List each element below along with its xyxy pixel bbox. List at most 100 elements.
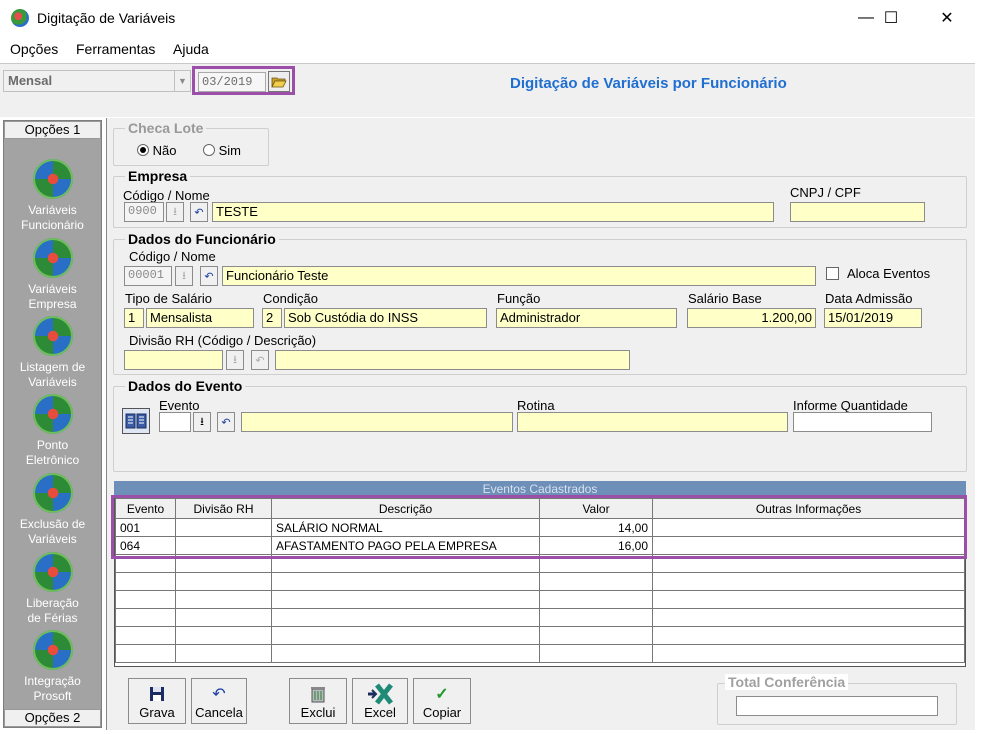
funcao-input[interactable]: Administrador: [496, 308, 677, 328]
trash-icon: [290, 683, 346, 705]
excel-label: Excel: [364, 705, 396, 720]
data-admissao-label: Data Admissão: [825, 291, 913, 306]
sidebar-item-variaveis-funcionario[interactable]: Variáveis Funcionário: [4, 159, 101, 233]
table-row-empty[interactable]: [115, 608, 965, 627]
divisao-code-input[interactable]: [124, 350, 223, 370]
checkmark-icon: ✓: [435, 686, 449, 703]
radio-nao[interactable]: Não: [137, 143, 176, 158]
menu-ajuda[interactable]: Ajuda: [173, 41, 209, 57]
sidebar-tab-opcoes-1[interactable]: Opções 1: [4, 121, 101, 139]
sidebar-item-listagem-variaveis[interactable]: Listagem de Variáveis: [4, 316, 101, 390]
sidebar-tab-opcoes-2[interactable]: Opções 2: [4, 709, 101, 727]
download-icon[interactable]: ⭳: [175, 266, 193, 286]
grava-label: Grava: [139, 705, 175, 720]
undo-icon[interactable]: ↶: [251, 350, 269, 370]
table-row-empty[interactable]: [115, 644, 965, 663]
quantidade-input[interactable]: [793, 412, 932, 432]
globe-icon: [32, 394, 73, 434]
funcionario-code-input[interactable]: 00001: [124, 266, 172, 286]
radio-sim-indicator[interactable]: [203, 144, 215, 156]
title-bar: Digitação de Variáveis — ☐ ✕: [0, 0, 981, 36]
checa-lote-title: Checa Lote: [125, 120, 207, 136]
total-input: [736, 696, 938, 716]
divisao-desc-input[interactable]: [275, 350, 630, 370]
menu-ferramentas[interactable]: Ferramentas: [76, 41, 155, 57]
undo-icon[interactable]: ↶: [190, 202, 208, 222]
folder-open-icon: [271, 77, 287, 87]
maximize-button[interactable]: ☐: [868, 0, 914, 36]
sidebar-item-label: Variáveis: [28, 375, 77, 389]
app-icon: [11, 9, 29, 27]
quantidade-label: Informe Quantidade: [793, 398, 908, 413]
sidebar-item-label: Variáveis: [28, 532, 77, 546]
book-button[interactable]: [122, 408, 150, 434]
chevron-down-icon[interactable]: ▼: [174, 71, 190, 91]
salario-base-label: Salário Base: [688, 291, 762, 306]
sidebar-item-exclusao-variaveis[interactable]: Exclusão de Variáveis: [4, 473, 101, 547]
download-icon[interactable]: ⭳: [226, 350, 244, 370]
sidebar-item-label: Ponto: [36, 438, 69, 452]
cnpj-input[interactable]: [790, 202, 925, 222]
tipo-salario-code[interactable]: 1: [124, 308, 144, 328]
sidebar-item-liberacao-ferias[interactable]: Liberação de Férias: [4, 552, 101, 626]
funcionario-title: Dados do Funcionário: [125, 231, 279, 247]
salario-base-input[interactable]: 1.200,00: [687, 308, 816, 328]
evento-label: Evento: [159, 398, 200, 413]
close-button[interactable]: ✕: [924, 0, 970, 36]
grava-button[interactable]: Grava: [128, 678, 186, 724]
globe-icon: [32, 552, 73, 592]
cancela-label: Cancela: [195, 705, 243, 720]
sidebar-item-label: Liberação: [26, 596, 79, 610]
data-admissao-input[interactable]: 15/01/2019: [824, 308, 922, 328]
table-row-empty[interactable]: [115, 572, 965, 591]
book-icon: [125, 413, 147, 429]
exclui-button[interactable]: Exclui: [289, 678, 347, 724]
cancela-button[interactable]: ↶ Cancela: [191, 678, 247, 724]
table-row-empty[interactable]: [115, 590, 965, 609]
globe-icon: [32, 316, 73, 356]
globe-icon: [32, 159, 73, 199]
copiar-label: Copiar: [422, 705, 462, 720]
excel-button[interactable]: Excel: [352, 678, 408, 724]
page-heading: Digitação de Variáveis por Funcionário: [510, 75, 787, 92]
grid-rows-highlight: [111, 495, 967, 559]
evento-code-input[interactable]: [159, 412, 191, 432]
sidebar-item-integracao-prosoft[interactable]: Integração Prosoft: [4, 630, 101, 704]
empresa-name-input[interactable]: TESTE: [212, 202, 774, 222]
sidebar-item-label: Eletrônico: [25, 453, 80, 467]
funcionario-code-name-label: Código / Nome: [129, 249, 216, 264]
download-icon[interactable]: ⭳: [166, 202, 184, 222]
sidebar-item-label: de Férias: [27, 611, 78, 625]
menu-opcoes[interactable]: Opções: [10, 41, 58, 57]
sidebar-item-variaveis-empresa[interactable]: Variáveis Empresa: [4, 238, 101, 312]
evento-desc-input[interactable]: [241, 412, 513, 432]
empresa-code-input[interactable]: 0900: [124, 202, 164, 222]
sidebar-item-label: Listagem de: [19, 360, 86, 374]
radio-sim[interactable]: Sim: [203, 143, 241, 158]
evento-title: Dados do Evento: [125, 378, 246, 394]
undo-icon: ↶: [212, 686, 226, 703]
periodicity-select[interactable]: Mensal ▼: [3, 70, 191, 92]
copiar-button[interactable]: ✓ Copiar: [413, 678, 471, 724]
table-row-empty[interactable]: [115, 626, 965, 645]
radio-nao-label: Não: [152, 143, 177, 158]
aloca-eventos-label: Aloca Eventos: [847, 266, 931, 281]
aloca-eventos-checkbox[interactable]: [826, 267, 839, 280]
open-folder-button[interactable]: [268, 71, 290, 92]
empresa-code-name-label: Código / Nome: [123, 188, 210, 203]
rotina-input[interactable]: [517, 412, 788, 432]
condicao-code[interactable]: 2: [262, 308, 282, 328]
condicao-desc[interactable]: Sob Custódia do INSS: [284, 308, 487, 328]
funcionario-name-input[interactable]: Funcionário Teste: [222, 266, 816, 286]
undo-icon[interactable]: ↶: [200, 266, 218, 286]
excel-icon: [353, 683, 407, 705]
period-input[interactable]: 03/2019: [198, 72, 266, 92]
funcao-label: Função: [497, 291, 541, 306]
tipo-salario-desc[interactable]: Mensalista: [146, 308, 254, 328]
cnpj-label: CNPJ / CPF: [790, 185, 861, 200]
undo-icon[interactable]: ↶: [217, 412, 235, 432]
radio-nao-indicator[interactable]: [137, 144, 149, 156]
toolbar: Mensal ▼ 03/2019 Digitação de Variáveis …: [0, 63, 975, 117]
download-icon[interactable]: ⭳: [193, 412, 211, 432]
sidebar-item-ponto-eletronico[interactable]: Ponto Eletrônico: [4, 394, 101, 468]
